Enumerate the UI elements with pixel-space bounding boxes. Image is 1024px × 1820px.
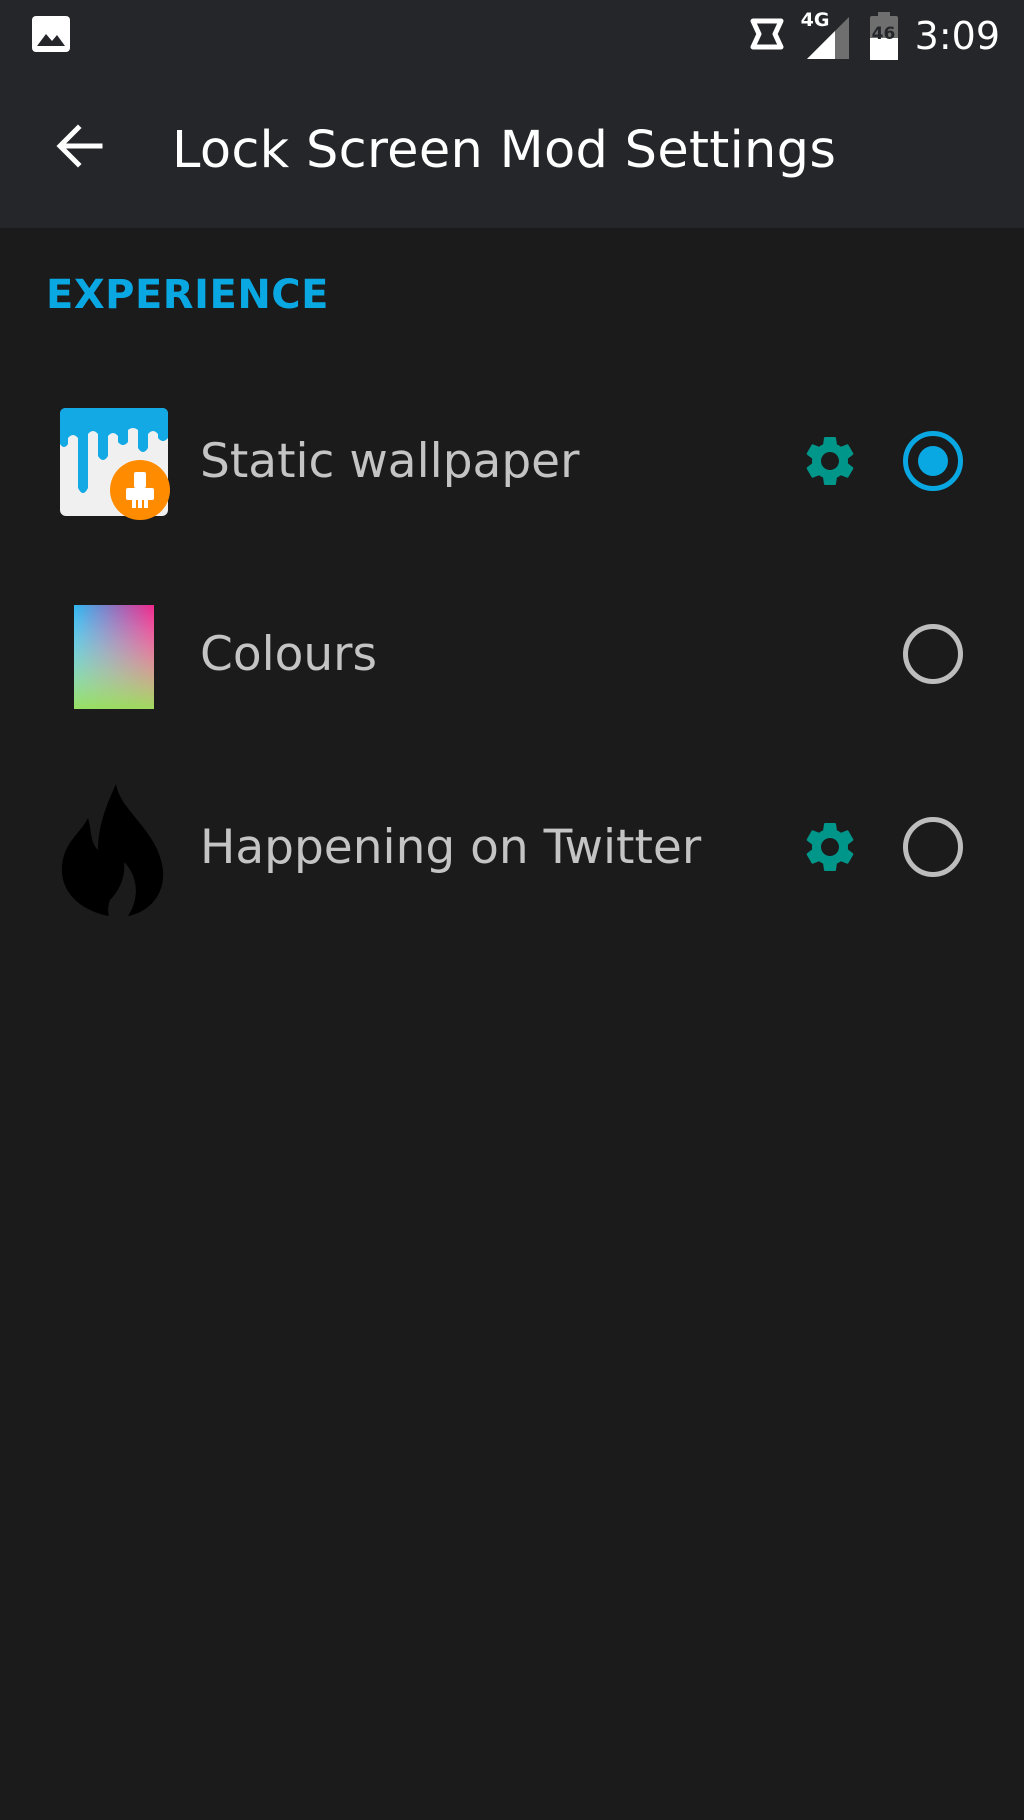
list-item-label: Happening on Twitter (200, 819, 702, 875)
app-bar: Lock Screen Mod Settings (0, 72, 1024, 228)
signal-icon: 4G (801, 9, 853, 61)
back-button[interactable] (44, 112, 116, 184)
settings-list: EXPERIENCE Static wallpaper Colours Happ… (0, 228, 1024, 1820)
colours-gradient-icon (58, 601, 170, 713)
radio-button-selected[interactable] (903, 431, 963, 491)
radio-button-unselected[interactable] (903, 817, 963, 877)
flame-icon (58, 780, 170, 920)
radio-button-unselected[interactable] (903, 624, 963, 684)
battery-icon: 46 (869, 12, 899, 60)
data-saver-icon (749, 15, 785, 57)
status-clock: 3:09 (914, 14, 1000, 58)
settings-gear-icon[interactable] (800, 817, 860, 877)
back-arrow-icon (56, 124, 104, 172)
list-item-label: Colours (200, 626, 377, 682)
section-header-experience: EXPERIENCE (46, 272, 329, 318)
settings-gear-icon[interactable] (800, 431, 860, 491)
list-item-happening-on-twitter[interactable]: Happening on Twitter (0, 772, 1024, 922)
gallery-notification-icon (32, 16, 70, 52)
static-wallpaper-icon (58, 408, 170, 520)
list-item-colours[interactable]: Colours (0, 579, 1024, 729)
status-bar: 4G 46 3:09 (0, 0, 1024, 72)
page-title: Lock Screen Mod Settings (172, 120, 837, 180)
battery-level-label: 46 (871, 24, 896, 44)
list-item-static-wallpaper[interactable]: Static wallpaper (0, 386, 1024, 536)
list-item-label: Static wallpaper (200, 433, 580, 489)
